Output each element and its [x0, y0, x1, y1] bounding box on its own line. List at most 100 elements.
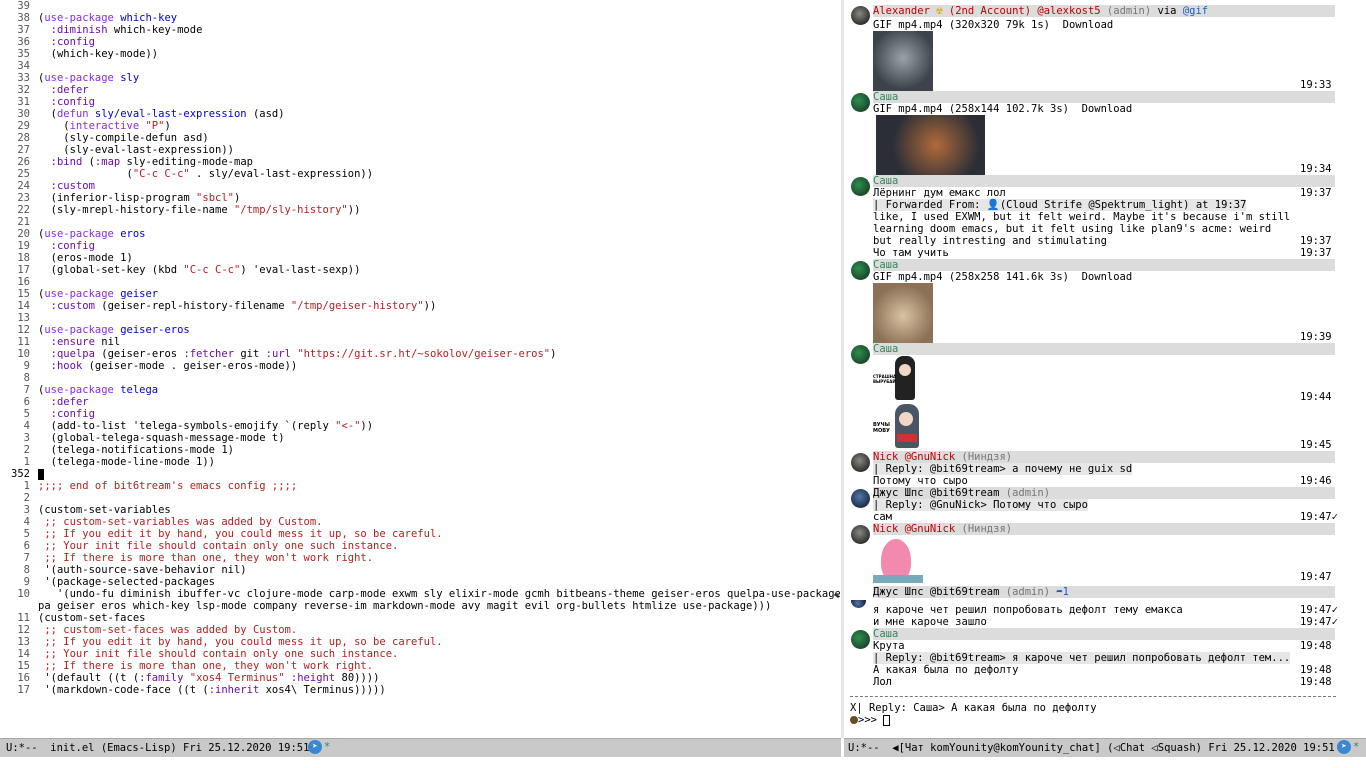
code-line[interactable]: 22 (sly-mrepl-history-file-name "/tmp/sl… — [0, 204, 360, 216]
reply-quote[interactable]: | Reply: @bit69tream> а почему не guix s… — [873, 463, 1133, 475]
code-line[interactable]: 14 ;; Your init file should contain only… — [0, 648, 398, 660]
code-line[interactable]: 10 :quelpa (geiser-eros :fetcher git :ur… — [0, 348, 556, 360]
sender-name[interactable]: Джус Шпс @bit69tream — [873, 487, 999, 499]
code-line[interactable]: 23 (inferior-lisp-program "sbcl") — [0, 192, 240, 204]
code-line[interactable]: 34 — [0, 60, 38, 72]
gif-file-line[interactable]: GIF mp4.mp4 (320x320 79k 1s) Download — [873, 19, 1113, 31]
code-line[interactable]: 4 ;; custom-set-variables was added by C… — [0, 516, 323, 528]
reply-quote[interactable]: | Reply: @bit69tream> я кароче чет решил… — [873, 652, 1291, 664]
sender-name[interactable]: Саша — [873, 259, 898, 271]
gif-thumbnail[interactable] — [873, 31, 933, 91]
code-line[interactable]: 35 (which-key-mode)) — [0, 48, 158, 60]
code-line[interactable]: 13 ;; If you edit it by hand, you could … — [0, 636, 442, 648]
code-line[interactable]: 36 :config — [0, 36, 95, 48]
avatar — [851, 525, 870, 544]
code-line[interactable]: 31 :config — [0, 96, 95, 108]
code-text: :config — [50, 36, 95, 48]
bot-link[interactable]: @gif — [1183, 5, 1208, 17]
sender-name[interactable]: Саша — [873, 175, 898, 187]
message-text: Потому что сыро — [873, 475, 968, 487]
gif-thumbnail[interactable] — [873, 283, 933, 343]
code-line[interactable]: 10 '(undo-fu diminish ibuffer-vc clojure… — [0, 588, 840, 600]
sender-name[interactable]: Nick @GnuNick — [873, 523, 955, 535]
code-line[interactable]: 39 — [0, 0, 38, 12]
code-line[interactable]: 38 (use-package which-key — [0, 12, 177, 24]
code-line[interactable]: 21 — [0, 216, 38, 228]
line-number: 24 — [17, 180, 30, 192]
line-number: 2 — [23, 444, 30, 456]
window-divider[interactable] — [841, 0, 844, 738]
code-line[interactable]: 11 :ensure nil — [0, 336, 120, 348]
code-line[interactable]: 9 '(package-selected-packages — [0, 576, 215, 588]
code-line[interactable]: 13 — [0, 312, 38, 324]
sender-name[interactable]: Саша — [873, 91, 898, 103]
sender-name[interactable]: Alexander — [873, 5, 930, 17]
code-line[interactable]: 24 :custom — [0, 180, 95, 192]
sender-name[interactable]: Саша — [873, 343, 898, 355]
code-line[interactable]: 16 '(default ((t (:family "xos4 Terminus… — [0, 672, 379, 684]
gif-thumbnail[interactable] — [876, 115, 985, 175]
code-line[interactable]: 33 (use-package sly — [0, 72, 139, 84]
sender-name[interactable]: Nick @GnuNick — [873, 451, 955, 463]
forward-info[interactable]: | Forwarded From: 👤(Cloud Strife @Spektr… — [873, 199, 1247, 211]
code-line[interactable]: 11 (custom-set-faces — [0, 612, 145, 624]
code-line[interactable]: 7 ;; If there is more than one, they won… — [0, 552, 373, 564]
code-line[interactable]: 12 (use-package geiser-eros — [0, 324, 189, 336]
code-line[interactable]: 28 (sly-compile-defun asd) — [0, 132, 208, 144]
code-line[interactable]: 27 (sly-eval-last-expression)) — [0, 144, 234, 156]
line-number: 31 — [17, 96, 30, 108]
message-text: я кароче чет решил попробовать дефолт те… — [873, 604, 1183, 616]
code-line[interactable]: 32 :defer — [0, 84, 88, 96]
avatar — [851, 261, 870, 280]
code-line[interactable]: 5 :config — [0, 408, 95, 420]
code-line[interactable]: 8 '(auth-source-save-behavior nil) — [0, 564, 247, 576]
code-line[interactable]: 7 (use-package telega — [0, 384, 158, 396]
code-line[interactable]: 3 (custom-set-variables — [0, 504, 171, 516]
gif-file-line[interactable]: GIF mp4.mp4 (258x258 141.6k 3s) Download — [873, 271, 1132, 283]
code-line[interactable]: 17 '(markdown-code-face ((t (:inherit xo… — [0, 684, 385, 696]
code-line[interactable]: 15 ;; If there is more than one, they wo… — [0, 660, 373, 672]
code-line[interactable]: 1 (telega-mode-line-mode 1)) — [0, 456, 215, 468]
code-line[interactable]: 19 :config — [0, 240, 95, 252]
sender-name[interactable]: Саша — [873, 628, 898, 640]
code-line[interactable]: 8 — [0, 372, 38, 384]
message-header: Nick @GnuNick (Ниндзя) — [873, 451, 1335, 463]
telega-chat-buffer[interactable]: Alexander ☢ (2nd Account) @alexkost5 (ad… — [846, 0, 1366, 738]
sticker[interactable]: ВУЧЫ МОВУ — [873, 404, 923, 450]
sticker[interactable]: СТРАШНА ВЫРУБАЙ — [873, 356, 923, 402]
code-line[interactable]: 20 (use-package eros — [0, 228, 145, 240]
code-line[interactable]: 5 ;; If you edit it by hand, you could m… — [0, 528, 443, 540]
reply-indicator[interactable]: X| Reply: Саша> А какая была по дефолту — [850, 702, 1097, 714]
code-line[interactable]: 30 (defun sly/eval-last-expression (asd) — [0, 108, 284, 120]
code-line[interactable]: 352 — [0, 468, 44, 480]
gif-file-line[interactable]: GIF mp4.mp4 (258x144 102.7k 3s) Download — [873, 103, 1132, 115]
code-line[interactable]: pa geiser eros which-key lsp-mode compan… — [0, 600, 771, 612]
code-line[interactable]: 25 ("C-c C-c" . sly/eval-last-expression… — [0, 168, 373, 180]
telegram-icon[interactable]: ➤ — [1337, 740, 1351, 754]
code-line[interactable]: 29 (interactive "P") — [0, 120, 170, 132]
reply-count-icon[interactable]: ➦1 — [1050, 586, 1069, 598]
code-line[interactable]: 6 :defer — [0, 396, 89, 408]
reply-quote[interactable]: | Reply: @GnuNick> Потому что сыро — [873, 499, 1088, 511]
line-number: 6 — [23, 396, 30, 408]
sender-name[interactable]: Джус Шпс @bit69tream — [873, 586, 999, 598]
code-line[interactable]: 6 ;; Your init file should contain only … — [0, 540, 399, 552]
code-line[interactable]: 12 ;; custom-set-faces was added by Cust… — [0, 624, 297, 636]
code-line[interactable]: 2 — [0, 492, 38, 504]
code-line[interactable]: 1 ;;;; end of bit6tream's emacs config ;;… — [0, 480, 298, 492]
code-line[interactable]: 9 :hook (geiser-mode . geiser-eros-mode)… — [0, 360, 298, 372]
code-line[interactable]: 16 — [0, 276, 38, 288]
code-line[interactable]: 18 (eros-mode 1) — [0, 252, 132, 264]
code-line[interactable]: 17 (global-set-key (kbd "C-c C-c") 'eval… — [0, 264, 360, 276]
chat-input[interactable]: >>> — [850, 714, 891, 726]
telegram-icon[interactable]: ➤ — [308, 740, 322, 754]
code-line[interactable]: 4 (add-to-list 'telega-symbols-emojify `… — [0, 420, 373, 432]
code-line[interactable]: 15 (use-package geiser — [0, 288, 158, 300]
code-line[interactable]: 26 :bind (:map sly-editing-mode-map — [0, 156, 253, 168]
code-line[interactable]: 14 :custom (geiser-repl-history-filename… — [0, 300, 436, 312]
code-line[interactable]: 3 (global-telega-squash-message-mode t) — [0, 432, 285, 444]
code-line[interactable]: 37 :diminish which-key-mode — [0, 24, 202, 36]
code-editor[interactable]: 39 38 (use-package which-key 37 :diminish w… — [0, 0, 840, 738]
code-line[interactable]: 2 (telega-notifications-mode 1) — [0, 444, 234, 456]
sticker[interactable] — [873, 535, 923, 583]
